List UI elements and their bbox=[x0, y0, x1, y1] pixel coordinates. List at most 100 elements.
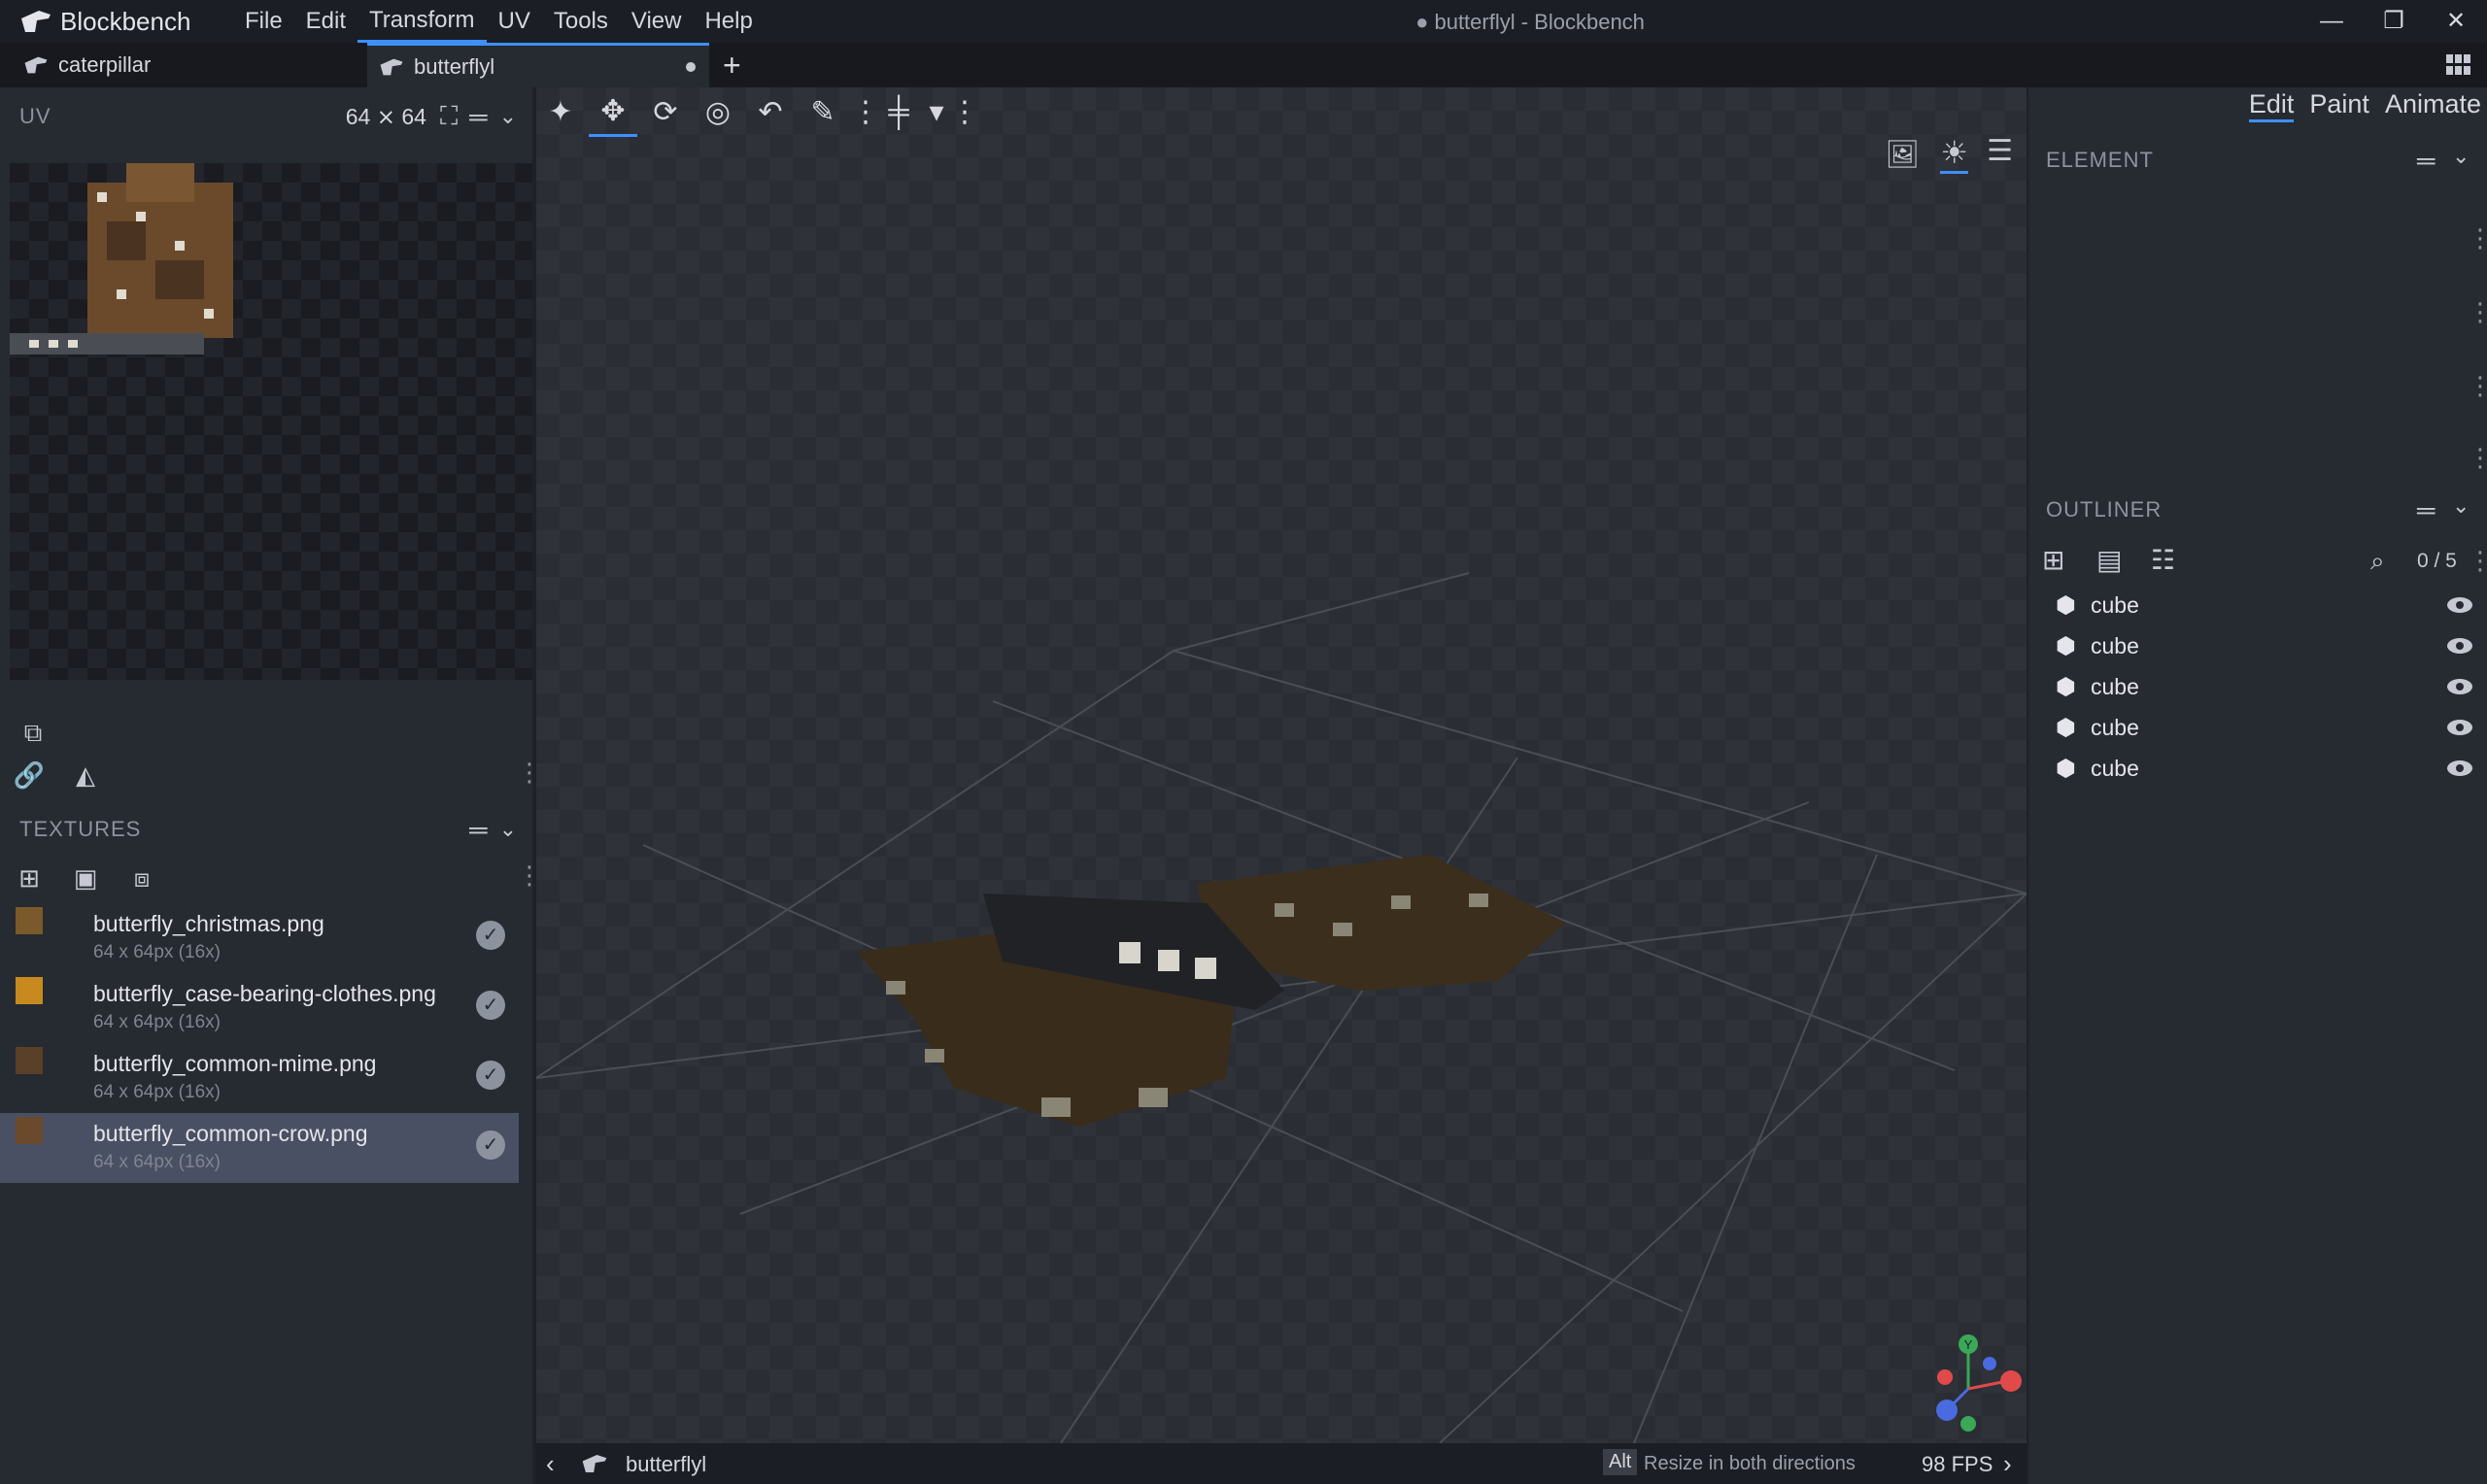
texture-check-icon[interactable]: ✓ bbox=[476, 991, 505, 1020]
more-options-icon[interactable]: ⋮ bbox=[2468, 223, 2487, 253]
scene-grid bbox=[536, 572, 2027, 1443]
chevron-down-icon[interactable]: ⌄ bbox=[2452, 144, 2470, 169]
texture-item[interactable]: butterfly_common-mime.png 64 x 64px (16x… bbox=[0, 1043, 519, 1113]
texture-size: 64 x 64px (16x) bbox=[93, 942, 221, 962]
more-options-icon[interactable]: ⋮ bbox=[2468, 371, 2487, 401]
texture-name: butterfly_case-bearing-clothes.png bbox=[93, 981, 436, 1006]
texture-check-icon[interactable]: ✓ bbox=[476, 921, 505, 950]
eye-icon[interactable] bbox=[2446, 759, 2473, 777]
eye-icon[interactable] bbox=[2446, 596, 2473, 614]
model-icon bbox=[582, 1454, 607, 1473]
outliner-item[interactable]: ⬢ cube bbox=[2056, 585, 2483, 625]
left-panel: UV 64 ⨯ 64 ⛶ ═ ⌄ ⧉ 🔗 ◭ ⋮ TEXTURES ═ ⌄ ⊞ … bbox=[0, 87, 542, 1484]
tab-butterflyl[interactable]: butterflyl bbox=[367, 43, 709, 87]
maximize-button[interactable]: ❐ bbox=[2363, 0, 2425, 43]
mirror-icon[interactable]: ◭ bbox=[66, 756, 105, 794]
key-hint-text: Resize in both directions bbox=[1644, 1453, 1856, 1474]
link-icon[interactable]: 🔗 bbox=[10, 756, 49, 794]
texture-thumbnail bbox=[16, 1047, 43, 1074]
eye-icon[interactable] bbox=[2446, 637, 2473, 655]
uv-size[interactable]: 64 ⨯ 64 bbox=[346, 104, 426, 130]
mode-paint[interactable]: Paint bbox=[2309, 89, 2369, 122]
outliner-item[interactable]: ⬢ cube bbox=[2056, 748, 2483, 789]
add-group-icon[interactable]: ▤ bbox=[2096, 544, 2122, 576]
outliner-item[interactable]: ⬢ cube bbox=[2056, 625, 2483, 666]
texture-item[interactable]: butterfly_case-bearing-clothes.png 64 x … bbox=[0, 973, 519, 1043]
mode-edit[interactable]: Edit bbox=[2248, 89, 2295, 122]
chevron-down-icon[interactable]: ⌄ bbox=[2452, 493, 2470, 519]
texture-name: butterfly_christmas.png bbox=[93, 911, 324, 936]
mode-switcher: Edit Paint Animate bbox=[2248, 89, 2481, 122]
cube-icon: ⬢ bbox=[2056, 755, 2076, 782]
panel-menu-icon[interactable]: ═ bbox=[469, 102, 487, 132]
menu-transform[interactable]: Transform bbox=[358, 0, 487, 43]
unsaved-dot-icon[interactable] bbox=[686, 61, 696, 72]
mode-animate[interactable]: Animate bbox=[2385, 89, 2481, 122]
outliner-item[interactable]: ⬢ cube bbox=[2056, 666, 2483, 707]
tab-caterpillar[interactable]: caterpillar bbox=[23, 43, 354, 87]
texture-size: 64 x 64px (16x) bbox=[93, 1012, 221, 1032]
texture-item-selected[interactable]: butterfly_common-crow.png 64 x 64px (16x… bbox=[0, 1113, 519, 1183]
chevron-down-icon[interactable]: ⌄ bbox=[499, 104, 517, 129]
outliner-item-label: cube bbox=[2091, 591, 2139, 618]
fullscreen-icon[interactable]: ⛶ bbox=[440, 101, 458, 132]
menu-view[interactable]: View bbox=[620, 0, 694, 43]
menu-edit[interactable]: Edit bbox=[294, 0, 358, 43]
uv-editor-canvas[interactable] bbox=[10, 163, 532, 680]
eye-icon[interactable] bbox=[2446, 678, 2473, 695]
panel-menu-icon[interactable]: ═ bbox=[469, 815, 487, 845]
menu-uv[interactable]: UV bbox=[487, 0, 542, 43]
more-options-icon[interactable]: ⋮ bbox=[2468, 546, 2487, 576]
menu-tools[interactable]: Tools bbox=[542, 0, 620, 43]
chevron-down-icon[interactable]: ⌄ bbox=[499, 817, 517, 842]
menu-bar: Blockbench File Edit Transform UV Tools … bbox=[0, 0, 2487, 43]
outliner-item[interactable]: ⬢ cube bbox=[2056, 707, 2483, 748]
panel-menu-icon[interactable]: ═ bbox=[2417, 146, 2435, 176]
tab-label: butterflyl bbox=[414, 53, 495, 79]
collapse-all-icon[interactable]: ☷ bbox=[2151, 544, 2175, 576]
outliner-count: 0 / 5 bbox=[2417, 550, 2457, 572]
chevron-left-icon[interactable]: ‹ bbox=[546, 1449, 555, 1479]
texture-check-icon[interactable]: ✓ bbox=[476, 1061, 505, 1090]
status-model-name: butterflyl bbox=[626, 1452, 707, 1476]
status-bar: ‹ butterflyl Alt Resize in both directio… bbox=[536, 1443, 2027, 1484]
app-logo[interactable]: Blockbench bbox=[19, 0, 190, 43]
texture-name: butterfly_common-mime.png bbox=[93, 1051, 377, 1076]
more-options-icon[interactable]: ⋮ bbox=[2468, 297, 2487, 327]
add-tab-button[interactable]: + bbox=[723, 43, 741, 87]
textures-panel-header: TEXTURES ═ ⌄ bbox=[0, 802, 532, 857]
eye-icon[interactable] bbox=[2446, 719, 2473, 736]
butterfly-model bbox=[857, 855, 1566, 1127]
tab-label: caterpillar bbox=[58, 52, 152, 77]
axis-gizmo[interactable]: Y bbox=[1929, 1331, 2027, 1437]
minimize-button[interactable]: — bbox=[2300, 0, 2363, 43]
cube-icon: ⬢ bbox=[2056, 591, 2076, 619]
more-options-icon[interactable]: ⋮ bbox=[2468, 443, 2487, 473]
gizmo-y-label: Y bbox=[1964, 1337, 1973, 1352]
close-button[interactable]: ✕ bbox=[2425, 0, 2487, 43]
blockbench-logo-icon bbox=[21, 11, 51, 32]
search-icon[interactable]: ⌕ bbox=[2370, 546, 2385, 577]
texture-item[interactable]: butterfly_christmas.png 64 x 64px (16x) … bbox=[0, 903, 519, 973]
textures-title: TEXTURES bbox=[19, 817, 142, 841]
add-cube-icon[interactable]: ⊞ bbox=[2042, 544, 2064, 576]
menu-help[interactable]: Help bbox=[693, 0, 764, 43]
panel-menu-icon[interactable]: ═ bbox=[2417, 495, 2435, 525]
chevron-right-icon[interactable]: › bbox=[2003, 1449, 2012, 1479]
3d-viewport[interactable]: ✦ ✥ ⟳ ◎ ↶ ✎ ⋮ ╪ ▾ ⋮ 🖼 ☀ ☰ Y bbox=[536, 87, 2027, 1443]
fps-counter: 98 FPS bbox=[1922, 1452, 1993, 1476]
texture-gallery-icon[interactable]: ⧈ bbox=[122, 859, 161, 897]
texture-check-icon[interactable]: ✓ bbox=[476, 1130, 505, 1160]
import-texture-icon[interactable]: ▣ bbox=[66, 859, 105, 897]
copy-uv-icon[interactable]: ⧉ bbox=[14, 713, 52, 752]
texture-size: 64 x 64px (16x) bbox=[93, 1082, 221, 1102]
outliner-item-label: cube bbox=[2091, 714, 2139, 740]
model-icon bbox=[380, 58, 403, 75]
texture-thumbnail bbox=[16, 907, 43, 934]
layout-grid-icon[interactable] bbox=[2444, 51, 2473, 80]
menu-file[interactable]: File bbox=[233, 0, 294, 43]
cube-icon: ⬢ bbox=[2056, 673, 2076, 700]
texture-size: 64 x 64px (16x) bbox=[93, 1152, 221, 1172]
app-name: Blockbench bbox=[60, 7, 191, 36]
add-texture-icon[interactable]: ⊞ bbox=[10, 859, 49, 897]
